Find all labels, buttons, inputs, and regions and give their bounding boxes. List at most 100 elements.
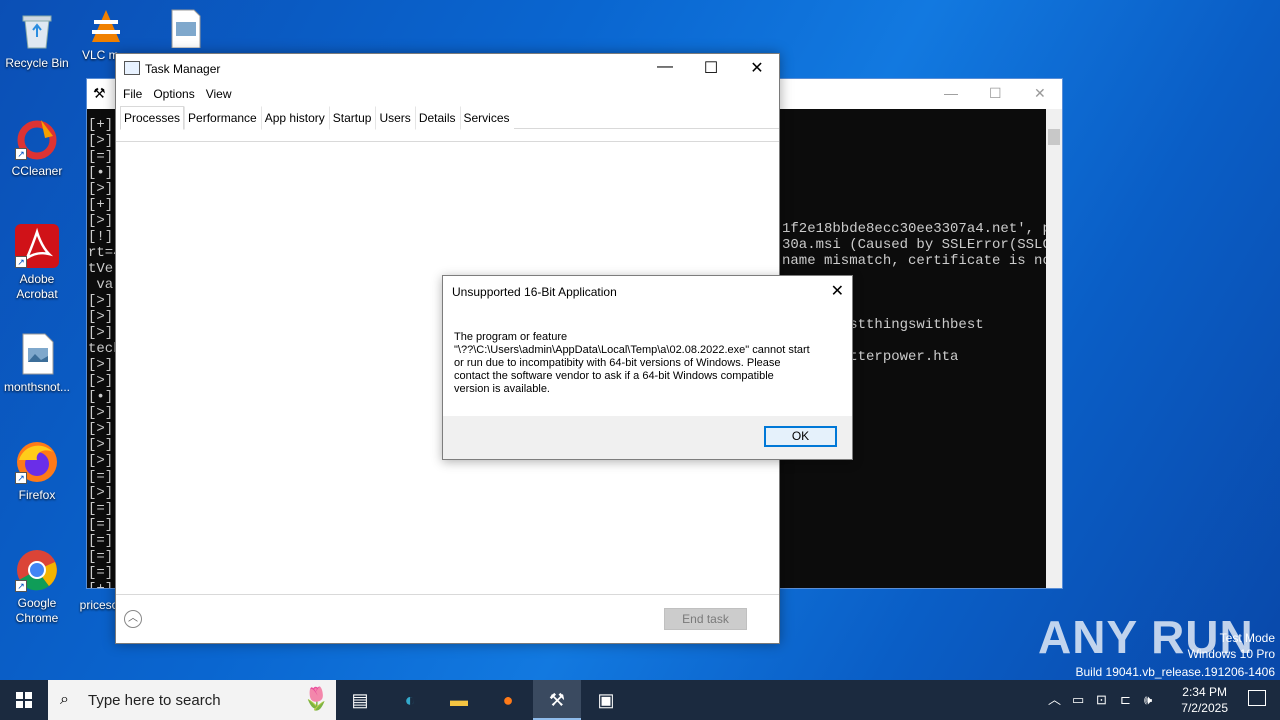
dialog-message-line: "\??\C:\Users\admin\AppData\Local\Temp\a…: [454, 344, 810, 356]
tray-device-icon[interactable]: ⊡: [1096, 680, 1107, 720]
desktop-icon-label: CCleaner: [11, 164, 63, 178]
desktop-icon-adobe-acrobat[interactable]: ↗ Adobe Acrobat: [0, 224, 74, 302]
task-manager-icon: [124, 61, 140, 75]
desktop-icon-label: Google Chrome: [15, 596, 59, 625]
recycle-bin-icon: [15, 8, 59, 52]
network-icon[interactable]: ⊏: [1120, 680, 1131, 720]
windows-logo-icon: [16, 692, 32, 708]
minimize-icon[interactable]: —: [650, 58, 680, 76]
notification-icon[interactable]: [1248, 690, 1266, 706]
console-line: 1f2e18bbde8ecc30ee3307a4.net', po: [782, 221, 1046, 237]
console-line: [>]: [88, 453, 114, 469]
dialog-message-line: version is available.: [454, 383, 550, 395]
file-explorer-icon[interactable]: ▬: [435, 680, 483, 720]
test-mode-label: Test Mode: [1219, 631, 1275, 645]
process-list-header: [116, 130, 779, 142]
search-placeholder: Type here to search: [88, 692, 221, 709]
desktop-icon-firefox[interactable]: ↗ Firefox: [0, 440, 74, 503]
scrollbar-thumb[interactable]: [1048, 129, 1060, 145]
console-line: [=]: [88, 149, 114, 165]
clock-date: 7/2/2025: [1181, 701, 1228, 715]
window-title: Task Manager: [145, 62, 221, 76]
menu-bar: File Options View: [116, 84, 236, 104]
end-task-button[interactable]: End task: [664, 608, 747, 630]
image-file-icon: [15, 332, 59, 376]
maximize-icon[interactable]: ☐: [989, 85, 1002, 102]
console-line: [=]: [88, 549, 114, 565]
tab-processes[interactable]: Processes: [120, 106, 185, 130]
task-manager-footer: ︿ End task: [116, 594, 779, 643]
search-highlight-icon: 🌷: [302, 686, 330, 711]
windows-edition-label: Windows 10 Pro: [1187, 647, 1275, 661]
tab-services[interactable]: Services: [459, 106, 514, 130]
tray-chevron-icon[interactable]: ︿: [1048, 680, 1061, 720]
tab-users[interactable]: Users: [375, 106, 415, 130]
ok-button[interactable]: OK: [764, 426, 837, 447]
tab-details[interactable]: Details: [414, 106, 460, 130]
acrobat-icon: ↗: [15, 224, 59, 268]
shortcut-arrow-icon: ↗: [15, 148, 27, 160]
close-icon[interactable]: ✕: [1034, 85, 1046, 102]
menu-options[interactable]: Options: [153, 84, 194, 101]
desktop-icon-label: Adobe Acrobat: [16, 272, 58, 301]
desktop-icon-image-file-top[interactable]: [166, 8, 206, 52]
task-manager-taskbar-icon[interactable]: ▣: [582, 680, 630, 720]
tab-app-history[interactable]: App history: [260, 106, 329, 130]
console-line: [>]: [88, 325, 114, 341]
start-button[interactable]: [0, 680, 48, 720]
desktop-icon-google-chrome[interactable]: ↗ Google Chrome: [0, 548, 74, 626]
desktop-icon-label: VLC m: [82, 48, 119, 62]
close-icon[interactable]: ✕: [831, 281, 844, 301]
error-dialog[interactable]: Unsupported 16-Bit Application ✕ The pro…: [442, 275, 853, 460]
task-view-icon[interactable]: ▤: [336, 680, 384, 720]
console-icon: ⚒: [93, 85, 106, 101]
console-line: [!]: [88, 229, 114, 245]
volume-icon[interactable]: 🕪: [1144, 680, 1152, 720]
shortcut-arrow-icon: ↗: [15, 256, 27, 268]
tab-performance[interactable]: Performance: [184, 106, 261, 130]
shortcut-arrow-icon: ↗: [15, 580, 27, 592]
fewer-details-icon[interactable]: ︿: [124, 610, 142, 628]
minimize-icon[interactable]: —: [944, 85, 958, 101]
image-file-icon: [166, 8, 206, 49]
console-line: [>]: [88, 437, 114, 453]
console-line: [=]: [88, 517, 114, 533]
ccleaner-icon: ↗: [15, 116, 59, 160]
desktop-icon-monthsnot[interactable]: monthsnot...: [0, 332, 74, 395]
menu-view[interactable]: View: [206, 84, 232, 101]
console-line: [>]: [88, 357, 114, 373]
close-icon[interactable]: ✕: [742, 58, 772, 78]
maximize-icon[interactable]: ☐: [696, 58, 726, 78]
console-line: [>]: [88, 181, 114, 197]
clock-time: 2:34 PM: [1182, 685, 1227, 699]
dialog-message-line: The program or feature: [454, 331, 568, 343]
edge-icon[interactable]: ◐: [386, 680, 434, 720]
menu-file[interactable]: File: [123, 84, 142, 101]
console-line: [+]: [88, 581, 113, 588]
console-line: [=]: [88, 469, 114, 485]
desktop-icon-label: Firefox: [18, 488, 56, 502]
console-line: [>]: [88, 213, 114, 229]
dialog-button-bar: OK: [443, 416, 852, 459]
taskbar: ⌕ Type here to search 🌷 ▤ ◐ ▬ ● ⚒ ▣ ︿ ▭ …: [0, 680, 1280, 720]
vlc-icon: [88, 8, 124, 44]
build-label: Build 19041.vb_release.191206-1406: [1075, 665, 1276, 679]
task-manager-titlebar[interactable]: Task Manager — ☐ ✕: [116, 54, 779, 84]
firefox-icon: ↗: [15, 440, 59, 484]
desktop-icon-recycle-bin[interactable]: Recycle Bin: [0, 8, 74, 71]
taskbar-search-box[interactable]: ⌕ Type here to search 🌷: [48, 680, 336, 720]
firefox-taskbar-icon[interactable]: ●: [484, 680, 532, 720]
desktop-icon-label: Recycle Bin: [5, 56, 69, 70]
tab-startup[interactable]: Startup: [328, 106, 376, 130]
console-scrollbar[interactable]: [1046, 109, 1062, 588]
dialog-message-line: or run due to incompatibity with 64-bit …: [454, 357, 781, 369]
desktop-icon-ccleaner[interactable]: ↗ CCleaner: [0, 116, 74, 179]
console-line: [•]: [88, 389, 114, 405]
tray-app-icon[interactable]: ▭: [1072, 680, 1084, 720]
clock[interactable]: 2:34 PM 7/2/2025: [1181, 684, 1228, 716]
console-line: [>]: [88, 421, 114, 437]
console-line: [>]: [88, 133, 114, 149]
chrome-icon: ↗: [15, 548, 59, 592]
console-taskbar-icon[interactable]: ⚒: [533, 680, 581, 720]
console-line: [+]: [88, 197, 114, 213]
